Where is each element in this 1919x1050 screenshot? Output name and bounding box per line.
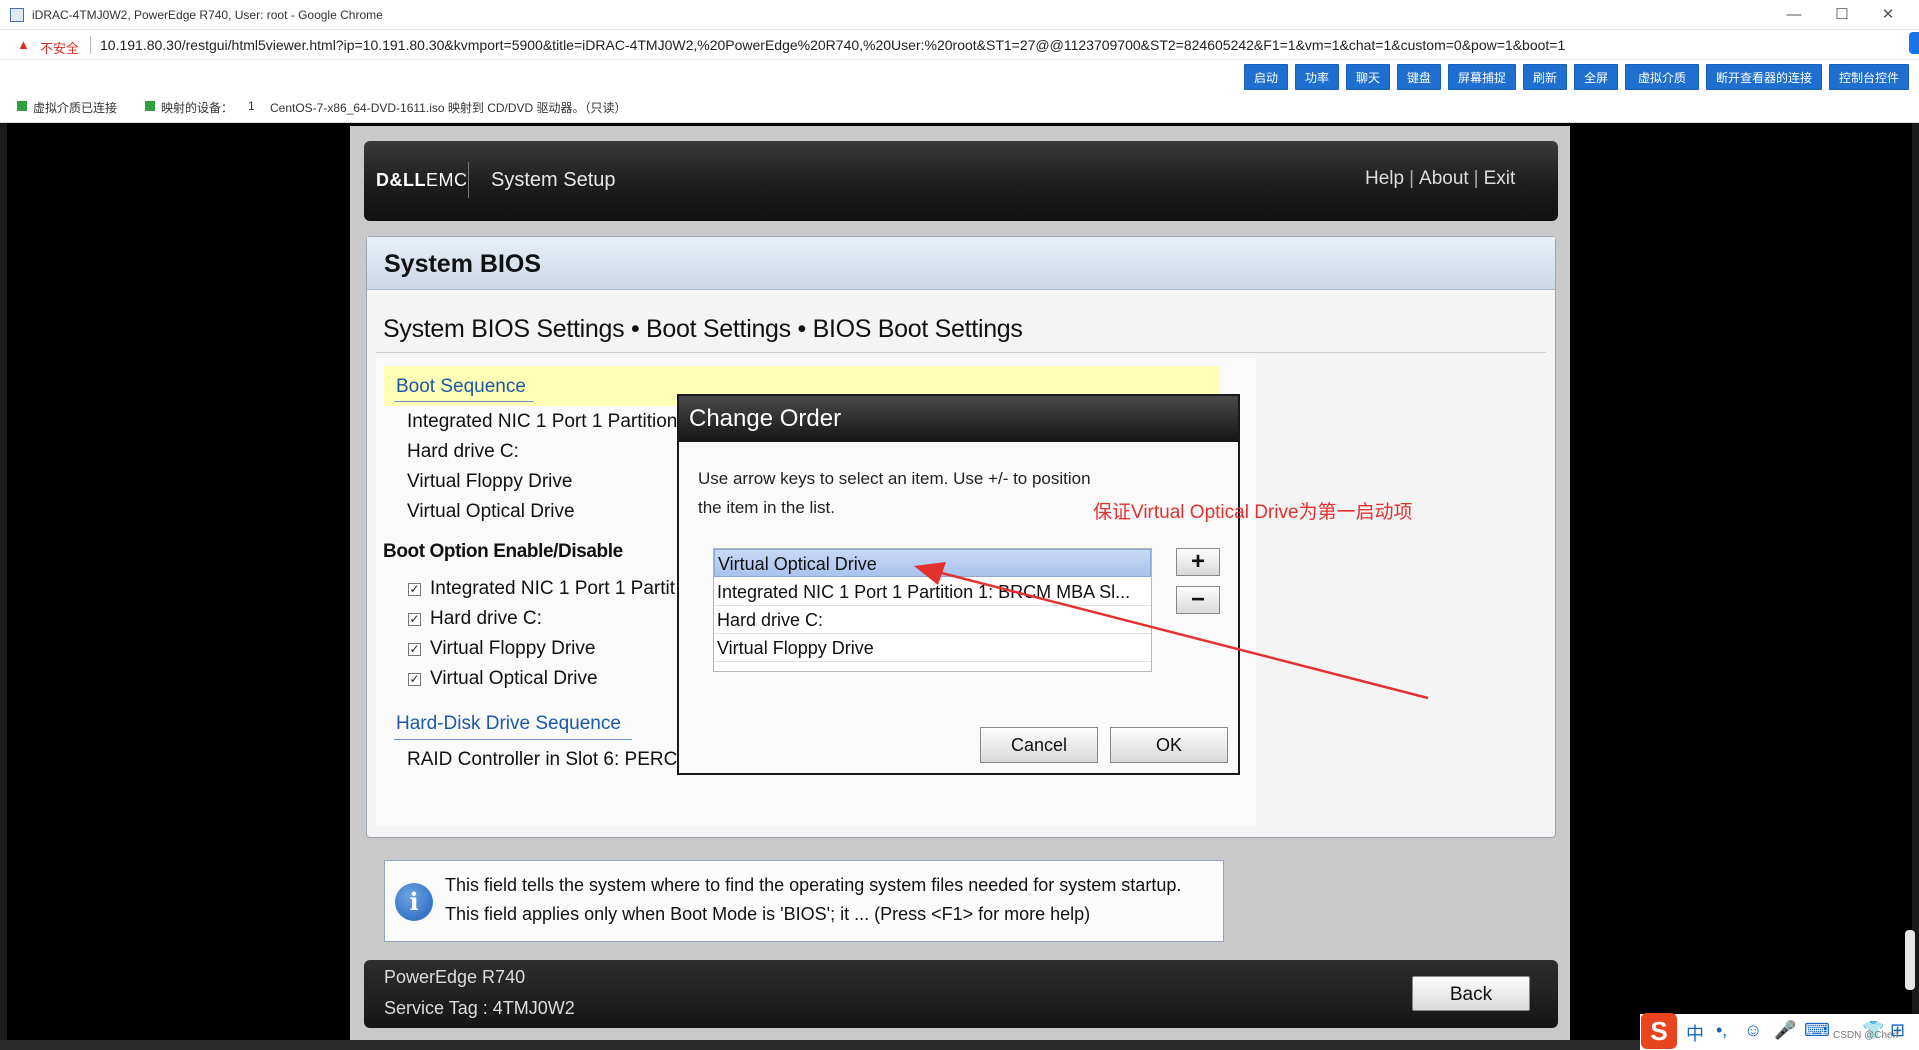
dialog-title: Change Order	[689, 405, 842, 432]
keyboard-button[interactable]: 键盘	[1397, 64, 1441, 90]
order-item-selected[interactable]: Virtual Optical Drive	[714, 549, 1151, 577]
warning-icon[interactable]: ▲	[17, 37, 30, 52]
hdd-sequence-item: RAID Controller in Slot 6: PERC	[407, 749, 678, 770]
scrollbar-handle[interactable]	[1905, 930, 1915, 990]
boot-option-label: Virtual Floppy Drive	[430, 638, 596, 659]
address-bar: ▲ 不安全 10.191.80.30/restgui/html5viewer.h…	[0, 30, 1919, 60]
help-text: This field tells the system where to fin…	[445, 875, 1182, 924]
refresh-button[interactable]: 刷新	[1523, 64, 1567, 90]
checkbox-nic[interactable]: ✓	[408, 583, 421, 596]
fullscreen-button[interactable]: 全屏	[1574, 64, 1618, 90]
boot-option-label: Virtual Optical Drive	[430, 668, 598, 689]
url-field[interactable]: 10.191.80.30/restgui/html5viewer.html?ip…	[100, 37, 1565, 53]
boot-sequence-item: Virtual Floppy Drive	[407, 471, 573, 492]
checkbox-floppy[interactable]: ✓	[408, 643, 421, 656]
header-links: Help | About | Exit	[1365, 168, 1515, 190]
extension-icon[interactable]	[1909, 32, 1919, 54]
checkbox-optical[interactable]: ✓	[408, 673, 421, 686]
emoji-icon[interactable]: ☺	[1744, 1020, 1762, 1041]
address-separator	[90, 36, 91, 54]
checkbox-hard-drive[interactable]: ✓	[408, 613, 421, 626]
watermark: CSDN @Chen	[1833, 1030, 1899, 1041]
exit-link[interactable]: Exit	[1484, 168, 1516, 189]
breadcrumb: System BIOS Settings • Boot Settings • B…	[383, 315, 1023, 343]
breadcrumb-divider	[376, 352, 1546, 353]
maximize-button[interactable]: ☐	[1822, 4, 1862, 26]
back-button[interactable]: Back	[1412, 976, 1530, 1011]
screen-capture-button[interactable]: 屏幕捕捉	[1448, 64, 1516, 90]
hdd-sequence-link[interactable]: Hard-Disk Drive Sequence	[396, 713, 621, 735]
taskbar	[0, 1040, 1919, 1050]
sogou-ime-icon[interactable]: S	[1641, 1013, 1677, 1049]
order-item[interactable]: Hard drive C:	[714, 606, 1151, 634]
minimize-button[interactable]: —	[1774, 4, 1814, 26]
boot-sequence-link[interactable]: Boot Sequence	[396, 376, 526, 398]
mapped-device-indicator	[145, 101, 155, 111]
insecure-label[interactable]: 不安全	[40, 38, 79, 57]
punctuation-icon[interactable]: •,	[1716, 1020, 1727, 1041]
chinese-mode-icon[interactable]: 中	[1686, 1020, 1704, 1046]
dell-emc-logo: D&LLEMC	[376, 170, 468, 191]
annotation-text: 保证Virtual Optical Drive为第一启动项	[1093, 502, 1413, 523]
window-title: iDRAC-4TMJ0W2, PowerEdge R740, User: roo…	[32, 8, 383, 22]
boot-sequence-item: Virtual Optical Drive	[407, 501, 575, 522]
model-name: PowerEdge R740	[384, 967, 526, 987]
help-link[interactable]: Help	[1365, 168, 1404, 189]
viewer-toolbar: 启动 功率 聊天 键盘 屏幕捕捉 刷新 全屏 虚拟介质 断开查看器的连接 控制台…	[0, 60, 1919, 93]
browser-titlebar: iDRAC-4TMJ0W2, PowerEdge R740, User: roo…	[0, 0, 1919, 30]
service-tag: Service Tag : 4TMJ0W2	[384, 998, 575, 1018]
keyboard-icon[interactable]: ⌨	[1804, 1020, 1830, 1041]
page-favicon-icon	[10, 8, 24, 22]
link-separator: |	[1473, 168, 1479, 189]
virtual-media-button[interactable]: 虚拟介质	[1625, 64, 1699, 90]
page-title: System BIOS	[384, 250, 542, 278]
close-window-button[interactable]: ✕	[1868, 4, 1908, 26]
hdd-sequence-underline	[394, 739, 632, 740]
bios-titlebar	[367, 237, 1555, 290]
mapped-detail: CentOS-7-x86_64-DVD-1611.iso 映射到 CD/DVD …	[270, 101, 627, 115]
header-divider	[468, 162, 469, 198]
vm-connected-indicator	[17, 101, 27, 111]
mapped-label: 映射的设备：	[161, 101, 234, 115]
logo-emc: EMC	[426, 170, 468, 190]
ok-button[interactable]: OK	[1110, 727, 1228, 763]
boot-button[interactable]: 启动	[1244, 64, 1288, 90]
move-up-plus-button[interactable]: +	[1176, 548, 1220, 576]
disconnect-viewer-button[interactable]: 断开查看器的连接	[1706, 64, 1822, 90]
dialog-instructions: Use arrow keys to select an item. Use +/…	[698, 469, 1091, 517]
about-link[interactable]: About	[1419, 168, 1469, 189]
boot-sequence-underline	[394, 401, 534, 402]
microphone-icon[interactable]: 🎤	[1774, 1020, 1796, 1041]
boot-sequence-item: Hard drive C:	[407, 441, 519, 462]
boot-option-label: Integrated NIC 1 Port 1 Partit	[430, 578, 676, 599]
chat-button[interactable]: 聊天	[1346, 64, 1390, 90]
order-item[interactable]: Virtual Floppy Drive	[714, 634, 1151, 662]
mapped-count: 1	[248, 99, 255, 113]
link-separator: |	[1409, 168, 1415, 189]
media-status-bar: 虚拟介质已连接 映射的设备： 1 CentOS-7-x86_64-DVD-161…	[0, 93, 1919, 123]
power-button[interactable]: 功率	[1295, 64, 1339, 90]
console-controls-button[interactable]: 控制台控件	[1829, 64, 1909, 90]
boot-option-title: Boot Option Enable/Disable	[383, 541, 623, 562]
move-down-minus-button[interactable]: −	[1176, 586, 1220, 614]
info-icon: i	[395, 883, 433, 921]
vm-connected-text: 虚拟介质已连接	[33, 101, 118, 115]
logo-dell: D&LL	[376, 170, 426, 190]
cancel-button[interactable]: Cancel	[980, 727, 1098, 763]
order-item[interactable]: Integrated NIC 1 Port 1 Partition 1: BRC…	[714, 578, 1151, 606]
setup-title: System Setup	[491, 169, 616, 191]
boot-sequence-item: Integrated NIC 1 Port 1 Partition	[407, 411, 678, 432]
boot-option-label: Hard drive C:	[430, 608, 542, 629]
